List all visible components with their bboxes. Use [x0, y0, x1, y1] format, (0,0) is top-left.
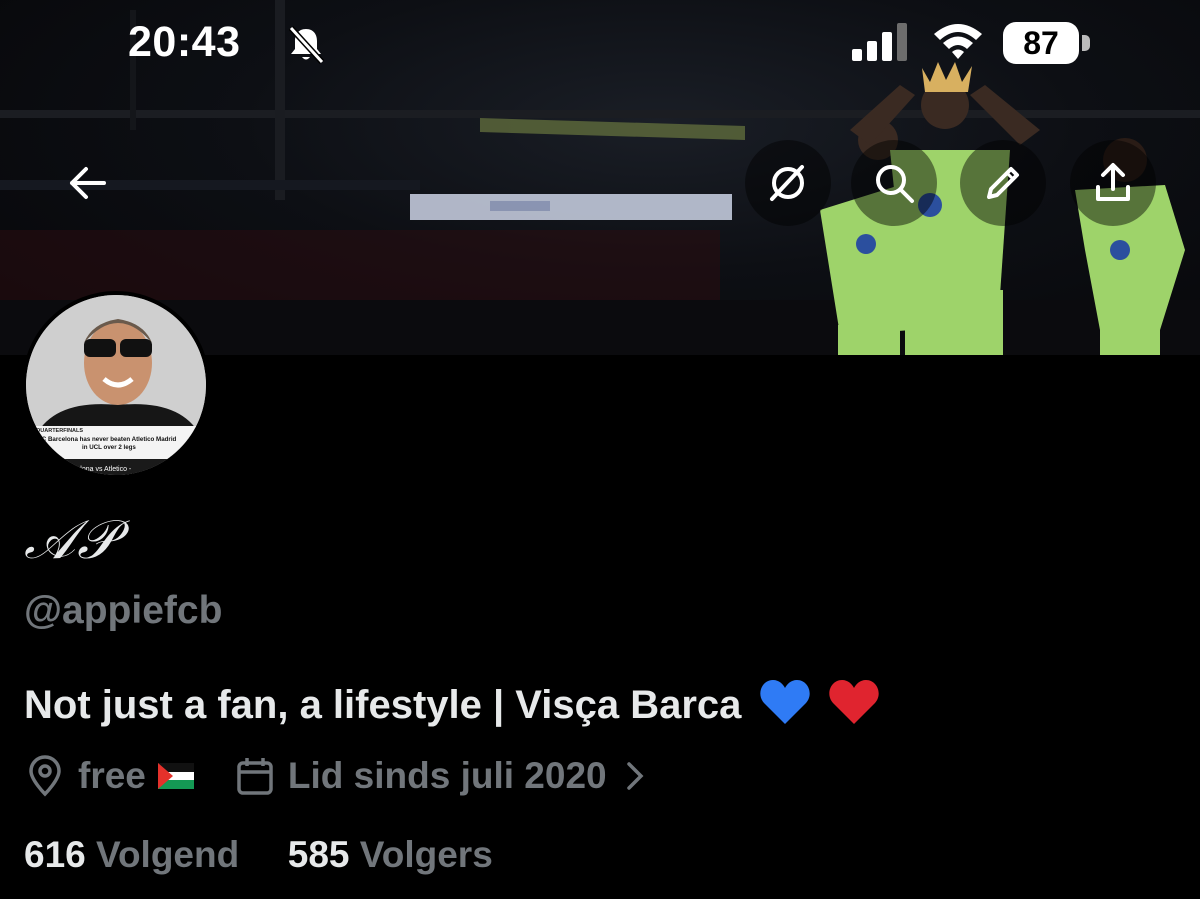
calendar-icon [237, 758, 273, 795]
followers-link[interactable]: 585 Volgers [288, 834, 493, 875]
profile-meta: free Lid sinds juli 2020 [24, 752, 649, 800]
following-count: 616 [24, 834, 86, 875]
location-text: free [78, 755, 146, 796]
wifi-icon [934, 24, 982, 59]
red-heart-icon [828, 680, 879, 724]
bell-slash-icon [288, 25, 325, 65]
back-arrow-icon [70, 167, 106, 199]
edit-pencil-icon [987, 167, 1019, 199]
back-button[interactable] [48, 140, 128, 226]
grok-icon [770, 165, 804, 201]
avatar-caption-match: Barcelona vs Atletico - [62, 466, 132, 473]
joined-date[interactable]: Lid sinds juli 2020 [288, 755, 607, 797]
grok-button[interactable] [745, 140, 831, 226]
blue-heart-icon [759, 680, 810, 724]
location-pin-icon [29, 755, 61, 797]
avatar-caption-heading: QUARTERFINALS [36, 428, 83, 434]
avatar-caption-line-1: FC Barcelona has never beaten Atletico M… [38, 436, 177, 443]
share-button[interactable] [1070, 140, 1156, 226]
chevron-right-icon[interactable] [621, 760, 649, 792]
followers-count: 585 [287, 834, 350, 875]
bio: Not just a fan, a lifestyle | Visça Barc… [24, 678, 880, 728]
bio-text: Not just a fan, a lifestyle | Visça Barc… [24, 683, 742, 727]
palestine-flag-icon [157, 763, 194, 789]
followers-label: Volgers [359, 834, 493, 875]
search-icon [876, 165, 914, 203]
cellular-signal-icon [852, 23, 907, 61]
share-icon [1096, 163, 1130, 201]
username-handle: @appiefcb [24, 589, 223, 632]
edit-button[interactable] [960, 140, 1046, 226]
avatar-caption-line-2: in UCL over 2 legs [82, 444, 136, 451]
battery-icon: 87 [1003, 22, 1091, 64]
profile-banner[interactable]: 20:43 87 [0, 0, 1200, 355]
following-label: Volgend [96, 834, 240, 875]
status-time: 20:43 [128, 18, 241, 66]
avatar[interactable]: QUARTERFINALS FC Barcelona has never bea… [22, 291, 210, 479]
battery-level: 87 [1003, 22, 1079, 64]
display-name: 𝒜𝒫 [24, 508, 119, 571]
following-link[interactable]: 616 Volgend [24, 834, 250, 875]
avatar-photo: QUARTERFINALS FC Barcelona has never bea… [26, 295, 206, 475]
search-button[interactable] [851, 140, 937, 226]
follow-stats: 616 Volgend 585 Volgers [24, 834, 493, 876]
